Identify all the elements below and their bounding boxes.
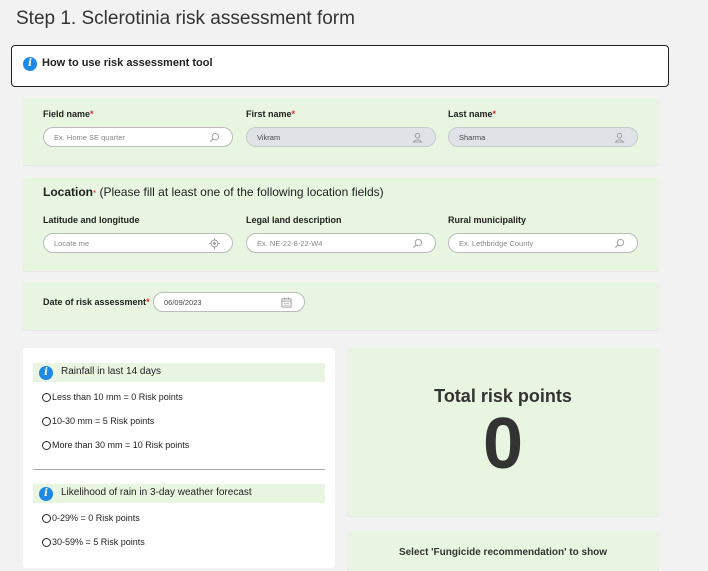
total-risk-value: 0 — [482, 404, 524, 484]
last-name-label: Last name* — [448, 109, 497, 119]
user-icon — [412, 132, 423, 143]
info-icon: i — [23, 57, 37, 71]
forecast-option[interactable]: 30-59% = 5 Risk points — [42, 537, 145, 547]
page-title: Step 1. Sclerotinia risk assessment form — [16, 8, 355, 29]
fungicide-hint: Select 'Fungicide recommendation' to sho… — [398, 547, 608, 558]
howto-label: How to use risk assessment tool — [42, 57, 213, 69]
field-name-label: Field name* — [43, 109, 94, 119]
identity-panel: Field name* Ex. Home SE quarter First na… — [23, 98, 659, 165]
radio-button[interactable] — [42, 417, 51, 426]
forecast-header: i Likelihood of rain in 3-day weather fo… — [33, 484, 325, 503]
howto-bar[interactable]: i How to use risk assessment tool — [11, 45, 669, 87]
calendar-icon[interactable] — [281, 297, 292, 308]
field-name-input[interactable]: Ex. Home SE quarter — [43, 127, 233, 147]
radio-button[interactable] — [42, 441, 51, 450]
rural-municipality-input[interactable]: Ex. Lethbridge County — [448, 233, 638, 253]
radio-button[interactable] — [42, 538, 51, 547]
legal-land-label: Legal land description — [246, 215, 342, 225]
rural-municipality-label: Rural municipality — [448, 215, 527, 225]
latlon-label: Latitude and longitude — [43, 215, 140, 225]
date-label: Date of risk assessment* — [43, 297, 150, 307]
forecast-option[interactable]: 0-29% = 0 Risk points — [42, 513, 140, 523]
risk-factors-card: i Rainfall in last 14 days Less than 10 … — [23, 348, 335, 568]
search-icon — [412, 238, 423, 249]
search-icon — [209, 132, 220, 143]
total-risk-panel: Total risk points 0 — [347, 348, 659, 516]
location-panel: Location* (Please fill at least one of t… — [23, 177, 659, 271]
date-panel: Date of risk assessment* 06/09/2023 — [23, 282, 659, 330]
last-name-field[interactable]: Sharma — [448, 127, 638, 147]
divider — [33, 469, 325, 470]
rainfall-option[interactable]: More than 30 mm = 10 Risk points — [42, 440, 189, 450]
rainfall-option[interactable]: 10-30 mm = 5 Risk points — [42, 416, 154, 426]
fungicide-panel: Select 'Fungicide recommendation' to sho… — [347, 531, 659, 571]
info-icon[interactable]: i — [39, 487, 53, 501]
legal-land-input[interactable]: Ex. NE-22-8-22-W4 — [246, 233, 436, 253]
rainfall-option[interactable]: Less than 10 mm = 0 Risk points — [42, 392, 183, 402]
date-input[interactable]: 06/09/2023 — [153, 292, 305, 312]
latlon-input[interactable]: Locate me — [43, 233, 233, 253]
radio-button[interactable] — [42, 393, 51, 402]
rainfall-header: i Rainfall in last 14 days — [33, 363, 325, 382]
info-icon[interactable]: i — [39, 366, 53, 380]
first-name-field[interactable]: Vikram — [246, 127, 436, 147]
search-icon — [614, 238, 625, 249]
locate-icon[interactable] — [209, 238, 220, 249]
first-name-label: First name* — [246, 109, 296, 119]
user-icon — [614, 132, 625, 143]
radio-button[interactable] — [42, 514, 51, 523]
location-title: Location* (Please fill at least one of t… — [43, 185, 384, 199]
